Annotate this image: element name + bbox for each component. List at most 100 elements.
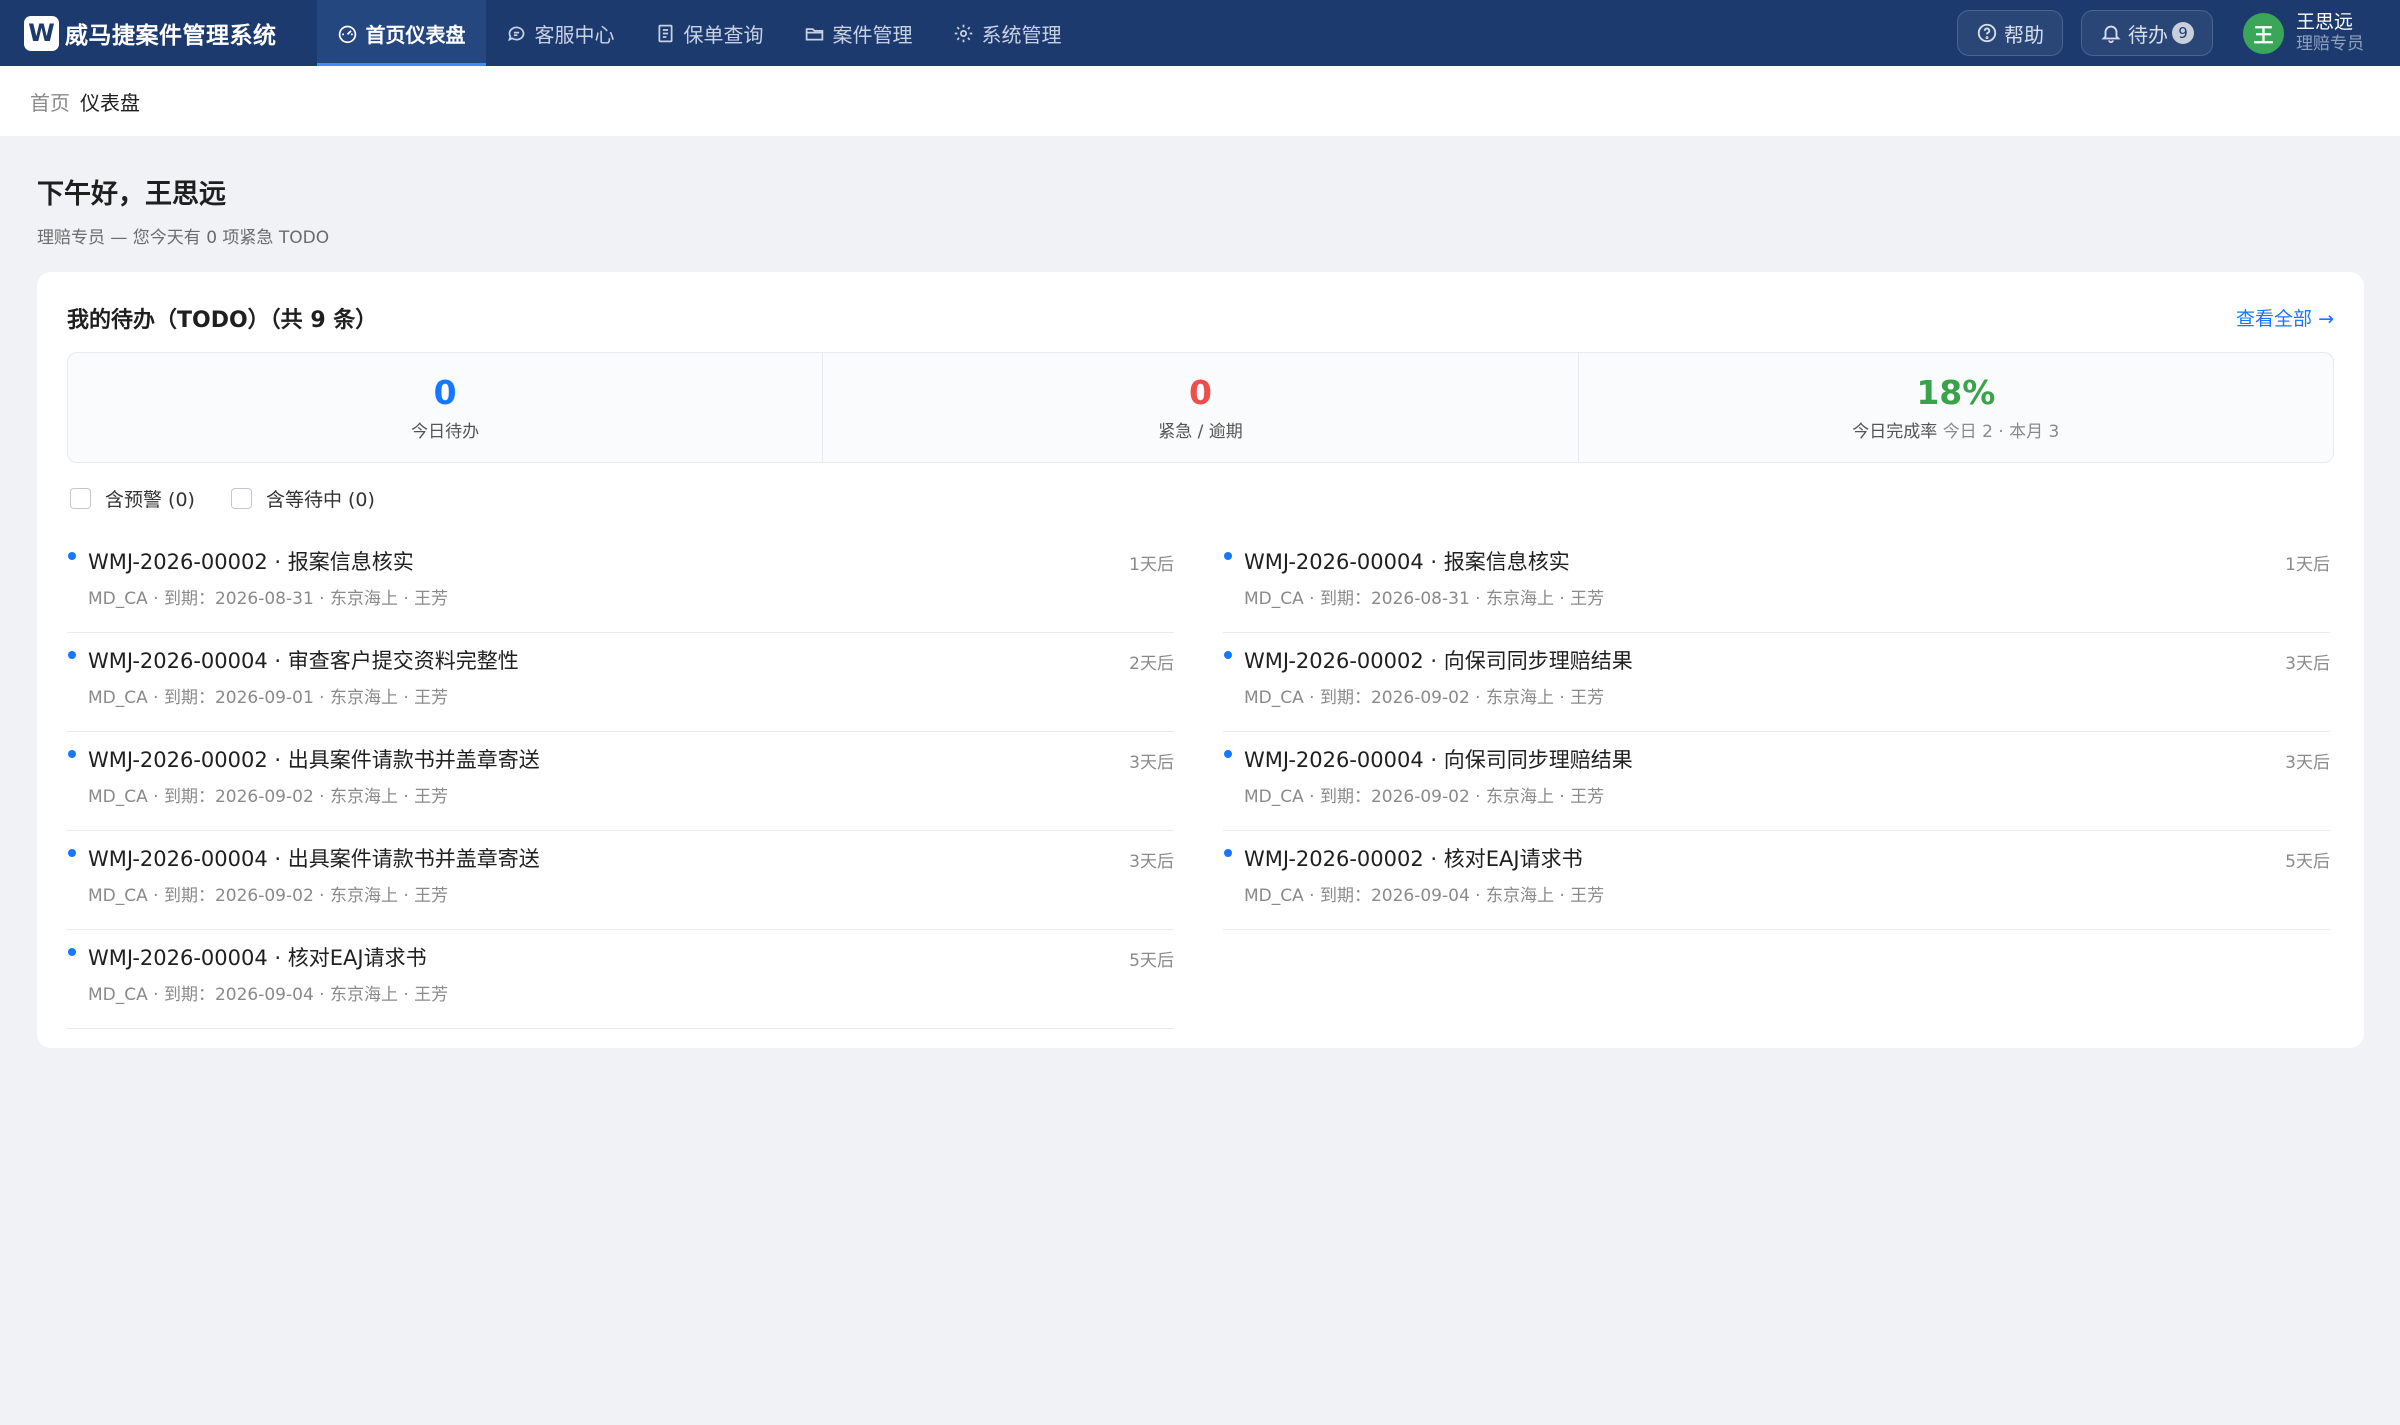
stat-value: 0 [1189,373,1212,412]
todo-card: 我的待办（TODO）（共 9 条） 查看全部 → 0 今日待办 0 紧急 / 逾… [37,272,2364,1048]
stat-label-text: 紧急 / 逾期 [1158,422,1243,442]
todo-meta: MD_CA · 到期：2026-09-02 · 东京海上 · 王芳 [1244,688,1605,708]
status-dot [68,750,76,758]
nav-label: 系统管理 [981,22,1062,47]
stat-completion-rate: 18% 今日完成率 今日 2 · 本月 3 [1579,353,2333,462]
user-role: 理赔专员 [2296,34,2364,54]
status-dot [1224,750,1232,758]
filter-include-warning[interactable]: 含预警 (0) [70,485,195,512]
nav-label: 保单查询 [683,22,764,47]
todo-stats: 0 今日待办 0 紧急 / 逾期 18% 今日完成率 今日 2 · 本月 3 [67,352,2334,463]
stat-urgent-overdue: 0 紧急 / 逾期 [823,353,1579,462]
app-name: 威马捷案件管理系统 [65,23,277,49]
todo-due: 1天后 [2285,555,2330,575]
filter-include-waiting[interactable]: 含等待中 (0) [230,485,375,512]
todo-title[interactable]: WMJ-2026-00002 · 向保司同步理赔结果 [1244,645,1633,675]
todo-due: 2天后 [1129,654,1174,674]
folder-icon [805,27,823,40]
avatar: 王 [2243,12,2284,54]
bell-icon [2101,25,2121,44]
stat-label: 紧急 / 逾期 [1158,417,1243,442]
user-menu[interactable]: 王 王思远 理赔专员 [2243,11,2364,55]
filter-label: 含预警 (0) [105,489,195,511]
todo-title[interactable]: WMJ-2026-00004 · 出具案件请款书并盖章寄送 [88,843,540,873]
todo-title[interactable]: WMJ-2026-00004 · 向保司同步理赔结果 [1244,744,1633,774]
breadcrumb: 首页 仪表盘 [0,66,2400,136]
checkbox[interactable] [70,488,91,509]
brand[interactable]: W 威马捷案件管理系统 [24,0,277,66]
nav-label: 首页仪表盘 [365,22,466,47]
status-dot [68,948,76,956]
user-name: 王思远 [2296,11,2354,33]
nav-item-case-management[interactable]: 案件管理 [784,0,933,66]
stat-label: 今日待办 [411,417,479,442]
document-icon [658,24,672,42]
checkbox[interactable] [230,488,252,509]
status-dot [1224,651,1232,659]
todo-due: 5天后 [2285,852,2330,872]
todo-filters: 含预警 (0) 含等待中 (0) [70,485,411,512]
todo-item[interactable]: WMJ-2026-00004 · 向保司同步理赔结果 MD_CA · 到期：202… [1223,732,2330,831]
nav-label: 客服中心 [534,22,615,47]
todo-title[interactable]: WMJ-2026-00004 · 核对EAJ请求书 [88,942,427,972]
todo-title[interactable]: WMJ-2026-00002 · 报案信息核实 [88,546,414,576]
todo-due: 3天后 [1129,753,1174,773]
stat-value: 18% [1916,373,1996,412]
todo-meta: MD_CA · 到期：2026-08-31 · 东京海上 · 王芳 [88,589,449,609]
stat-label-extra: 今日 2 · 本月 3 [1942,422,2060,442]
app-logo: W [24,15,59,51]
todo-item[interactable]: WMJ-2026-00002 · 向保司同步理赔结果 MD_CA · 到期：202… [1223,633,2330,732]
todo-item[interactable]: WMJ-2026-00002 · 核对EAJ请求书 MD_CA · 到期：2026… [1223,831,2330,930]
todo-list-left: WMJ-2026-00002 · 报案信息核实 MD_CA · 到期：2026-0… [67,534,1174,1029]
todo-item[interactable]: WMJ-2026-00004 · 出具案件请款书并盖章寄送 MD_CA · 到期：… [67,831,1174,930]
todo-meta: MD_CA · 到期：2026-09-02 · 东京海上 · 王芳 [1244,787,1605,807]
todo-meta: MD_CA · 到期：2026-09-02 · 东京海上 · 王芳 [88,787,449,807]
todo-button[interactable]: 待办 9 [2081,10,2213,56]
breadcrumb-current: 仪表盘 [80,90,140,115]
todo-card-title: 我的待办（TODO）（共 9 条） [67,308,378,333]
todo-meta: MD_CA · 到期：2026-09-04 · 东京海上 · 王芳 [88,985,449,1005]
chat-icon [507,26,524,41]
stat-label-text: 今日完成率 [1852,422,1938,442]
todo-due: 5天后 [1129,951,1174,971]
help-button[interactable]: 帮助 [1957,10,2063,56]
todo-item[interactable]: WMJ-2026-00004 · 审查客户提交资料完整性 MD_CA · 到期：2… [67,633,1174,732]
stat-value: 0 [433,373,457,412]
status-dot [68,552,76,560]
status-dot [68,651,76,659]
nav-item-customer-service[interactable]: 客服中心 [486,0,635,66]
nav-item-dashboard[interactable]: 首页仪表盘 [316,0,486,66]
todo-meta: MD_CA · 到期：2026-09-01 · 东京海上 · 王芳 [88,688,449,708]
nav-label: 案件管理 [832,22,913,47]
page-subtitle: 理赔专员 — 您今天有 0 项紧急 TODO [37,228,330,248]
todo-item[interactable]: WMJ-2026-00004 · 报案信息核实 MD_CA · 到期：2026-0… [1223,534,2330,633]
status-dot [68,849,76,857]
stat-today-todo: 0 今日待办 [68,353,824,462]
todo-list-right: WMJ-2026-00004 · 报案信息核实 MD_CA · 到期：2026-0… [1223,534,2330,930]
todo-label: 待办 [2128,22,2168,47]
todo-due: 3天后 [2285,753,2330,773]
status-dot [1224,552,1232,560]
todo-title[interactable]: WMJ-2026-00002 · 出具案件请款书并盖章寄送 [88,744,540,774]
user-info: 王思远 理赔专员 [2296,11,2364,55]
header-actions: 帮助 待办 9 王 王思远 理赔专员 [1939,0,2364,66]
nav-item-policy-query[interactable]: 保单查询 [635,0,784,66]
todo-due: 3天后 [2285,654,2330,674]
todo-item[interactable]: WMJ-2026-00002 · 报案信息核实 MD_CA · 到期：2026-0… [67,534,1174,633]
view-all-link[interactable]: 查看全部 → [2236,304,2334,331]
todo-item[interactable]: WMJ-2026-00004 · 核对EAJ请求书 MD_CA · 到期：2026… [67,930,1174,1029]
nav-item-system-management[interactable]: 系统管理 [933,0,1082,66]
todo-meta: MD_CA · 到期：2026-08-31 · 东京海上 · 王芳 [1244,589,1605,609]
todo-title[interactable]: WMJ-2026-00004 · 审查客户提交资料完整性 [88,645,519,675]
todo-title[interactable]: WMJ-2026-00002 · 核对EAJ请求书 [1244,843,1583,873]
page-title: 下午好，王思远 [37,179,226,210]
top-navigation-bar: W 威马捷案件管理系统 首页仪表盘 客服中心 保单查询 案件管理 系统管理 帮助… [0,0,2400,66]
todo-count-badge: 9 [2172,22,2194,44]
filter-label: 含等待中 (0) [265,489,375,511]
breadcrumb-home[interactable]: 首页 [30,87,70,116]
gear-icon [954,24,972,42]
todo-item[interactable]: WMJ-2026-00002 · 出具案件请款书并盖章寄送 MD_CA · 到期：… [67,732,1174,831]
todo-title[interactable]: WMJ-2026-00004 · 报案信息核实 [1244,546,1570,576]
stat-label: 今日完成率 今日 2 · 本月 3 [1852,417,2059,442]
todo-due: 3天后 [1129,852,1174,872]
